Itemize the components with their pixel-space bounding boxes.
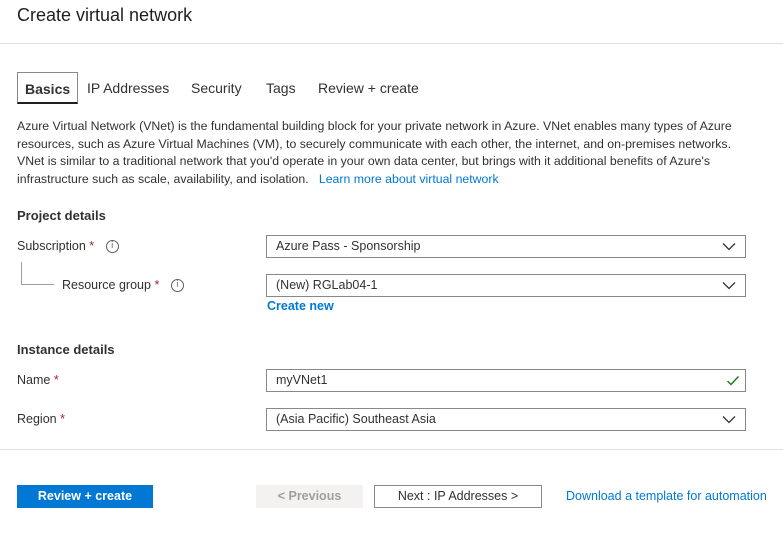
previous-button: < Previous — [256, 485, 363, 508]
tab-ip-addresses[interactable]: IP Addresses — [87, 72, 169, 104]
tab-basics[interactable]: Basics — [17, 72, 79, 104]
name-input[interactable]: myVNet1 — [266, 369, 746, 392]
resource-group-select[interactable]: (New) RGLab04-1 — [266, 274, 746, 297]
project-details-heading: Project details — [17, 208, 106, 223]
checkmark-icon — [727, 376, 740, 386]
required-marker: * — [89, 239, 95, 253]
name-label-text: Name — [17, 373, 51, 387]
chevron-down-icon — [722, 416, 736, 424]
footer-divider — [0, 449, 783, 450]
download-template-link[interactable]: Download a template for automation — [566, 489, 767, 503]
chevron-down-icon — [722, 243, 736, 251]
chevron-down-icon — [722, 282, 736, 290]
review-create-button[interactable]: Review + create — [17, 485, 153, 508]
learn-more-link[interactable]: Learn more about virtual network — [319, 172, 499, 186]
required-marker: * — [154, 278, 160, 292]
description: Azure Virtual Network (VNet) is the fund… — [17, 118, 747, 188]
subscription-label-text: Subscription — [17, 239, 86, 253]
tree-connector-horizontal — [21, 284, 54, 285]
next-ip-addresses-button[interactable]: Next : IP Addresses > — [374, 485, 542, 508]
instance-details-heading: Instance details — [17, 342, 115, 357]
create-new-link[interactable]: Create new — [267, 299, 334, 313]
tab-security[interactable]: Security — [191, 72, 242, 104]
page-title: Create virtual network — [17, 5, 193, 25]
region-select[interactable]: (Asia Pacific) Southeast Asia — [266, 408, 746, 431]
name-value: myVNet1 — [276, 373, 328, 387]
region-value: (Asia Pacific) Southeast Asia — [276, 412, 436, 426]
region-label-text: Region — [17, 412, 57, 426]
resource-group-label-text: Resource group — [62, 278, 151, 292]
region-label: Region * — [17, 412, 65, 426]
info-icon[interactable]: i — [170, 279, 184, 293]
resource-group-value: (New) RGLab04-1 — [276, 278, 378, 292]
required-marker: * — [53, 373, 59, 387]
required-marker: * — [60, 412, 65, 426]
subscription-select[interactable]: Azure Pass - Sponsorship — [266, 235, 746, 258]
resource-group-label: Resource group * i — [62, 278, 184, 293]
tab-review-create[interactable]: Review + create — [318, 72, 419, 104]
subscription-value: Azure Pass - Sponsorship — [276, 239, 421, 253]
tree-connector-vertical — [21, 262, 22, 284]
subscription-label: Subscription * i — [17, 239, 119, 254]
name-label: Name * — [17, 373, 59, 387]
tab-tags[interactable]: Tags — [266, 72, 296, 104]
header-divider — [0, 43, 783, 44]
info-icon[interactable]: i — [105, 240, 119, 254]
